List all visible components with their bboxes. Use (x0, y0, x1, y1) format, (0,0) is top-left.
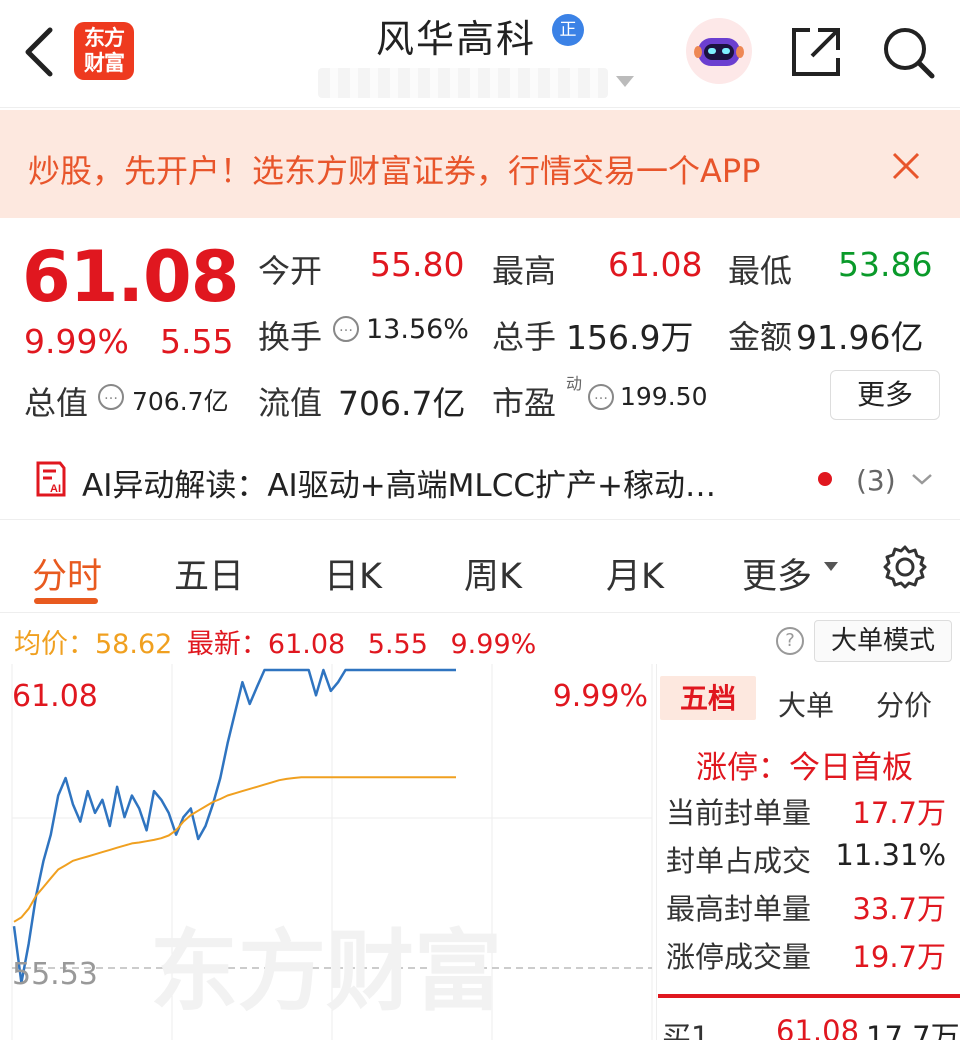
top-header: 东方 财富 风华高科 正 (0, 0, 960, 108)
intraday-chart[interactable]: 东方财富 61.08 9.99% 55.53 (0, 664, 656, 1040)
active-tab-indicator (34, 598, 98, 604)
latest-label: 最新： (186, 629, 268, 660)
stock-code-selector[interactable] (318, 68, 608, 98)
low-value: 53.86 (838, 245, 933, 284)
chevron-left-icon[interactable] (22, 26, 56, 78)
share-icon[interactable] (788, 24, 844, 80)
amount-label: 金额 (728, 318, 793, 356)
tab-five-day[interactable]: 五日 (174, 548, 244, 599)
info-icon[interactable]: … (98, 384, 124, 410)
tab-price-split[interactable]: 分价 (876, 684, 932, 724)
low-label: 最低 (728, 252, 793, 290)
unread-dot (818, 472, 832, 486)
divider (0, 612, 960, 613)
ai-document-icon: AI (36, 461, 66, 497)
y-base-label: 55.53 (12, 957, 98, 992)
avg-price-value: 58.62 (95, 629, 173, 660)
volume-label: 总手 (492, 318, 557, 356)
row-value: 19.7万 (852, 940, 946, 974)
logo-text-top: 东方 (84, 26, 125, 50)
ai-assistant-avatar[interactable] (686, 18, 752, 84)
chart-summary: 均价：58.62 最新：61.08 5.55 9.99% (14, 622, 536, 661)
change-amount: 5.55 (160, 322, 234, 361)
ai-interpretation-bar[interactable]: AI AI异动解读：AI驱动+高端MLCC扩产+稼动… (3) (0, 440, 960, 520)
turnover-value: 13.56% (366, 314, 469, 345)
limit-up-title: 涨停：今日首板 (696, 750, 913, 786)
ai-interpretation-text[interactable]: AI异动解读：AI驱动+高端MLCC扩产+稼动… (82, 460, 716, 505)
caret-down-icon[interactable] (824, 562, 838, 571)
open-label: 今开 (258, 252, 323, 290)
ai-count: (3) (856, 464, 896, 497)
chevron-down-icon[interactable] (616, 76, 634, 87)
big-order-mode-button[interactable]: 大单模式 (814, 620, 952, 662)
row-label: 封单占成交 (666, 844, 812, 878)
row-label: 最高封单量 (666, 892, 812, 926)
more-quote-button[interactable]: 更多 (830, 370, 940, 420)
buy1-price: 61.08 (776, 1014, 860, 1040)
turnover-label: 换手 (258, 318, 323, 356)
promo-banner-text[interactable]: 炒股，先开户！选东方财富证券，行情交易一个APP (28, 146, 856, 190)
high-value: 61.08 (608, 245, 703, 284)
chevron-down-icon[interactable] (910, 470, 934, 488)
y-top-label: 61.08 (12, 679, 98, 714)
tab-five-levels[interactable]: 五档 (660, 676, 756, 720)
y-top-pct: 9.99% (553, 679, 648, 714)
pe-label: 市盈 (492, 384, 557, 422)
eastmoney-logo[interactable]: 东方 财富 (74, 22, 134, 80)
search-icon[interactable] (880, 24, 938, 82)
info-icon[interactable]: … (588, 384, 614, 410)
pe-value: 199.50 (620, 382, 708, 411)
logo-text-bottom: 财富 (84, 51, 125, 75)
mktcap-value: 706.7亿 (132, 387, 229, 416)
help-icon[interactable]: ? (776, 627, 804, 655)
stock-name[interactable]: 风华高科 (376, 8, 536, 63)
latest-change: 5.55 (367, 629, 428, 660)
avg-price-label: 均价： (14, 629, 95, 660)
divider (658, 994, 960, 998)
tab-weekly-k[interactable]: 周K (464, 548, 522, 599)
tab-big-orders[interactable]: 大单 (778, 684, 834, 724)
latest-value: 61.08 (267, 629, 346, 660)
pe-superscript: 动 (566, 374, 583, 393)
tab-monthly-k[interactable]: 月K (606, 548, 664, 599)
change-percent: 9.99% (24, 322, 129, 361)
volume-value: 156.9万 (566, 318, 694, 357)
mktcap-label: 总值 (24, 384, 89, 422)
float-label: 流值 (258, 384, 323, 422)
info-icon[interactable]: … (333, 316, 359, 342)
row-label: 涨停成交量 (666, 940, 812, 974)
latest-pct: 9.99% (450, 629, 537, 660)
buy1-volume: 17.7万 (866, 1020, 960, 1040)
open-value: 55.80 (370, 245, 465, 284)
tab-more[interactable]: 更多 (742, 548, 812, 599)
svg-text:AI: AI (50, 483, 61, 495)
average-price-line (13, 776, 456, 923)
watermark: 东方财富 (150, 920, 502, 1023)
tab-intraday[interactable]: 分时 (32, 548, 102, 599)
row-value: 33.7万 (852, 892, 946, 926)
status-badge: 正 (552, 14, 584, 46)
current-price: 61.08 (22, 236, 239, 318)
tab-daily-k[interactable]: 日K (324, 548, 382, 599)
row-label: 当前封单量 (666, 796, 812, 830)
row-value: 11.31% (835, 838, 946, 872)
close-icon[interactable] (890, 150, 922, 182)
float-value: 706.7亿 (338, 384, 466, 423)
high-label: 最高 (492, 252, 557, 290)
row-value: 17.7万 (852, 796, 946, 830)
amount-value: 91.96亿 (796, 318, 924, 357)
buy1-label: 买1 (662, 1020, 710, 1040)
gear-icon[interactable] (882, 544, 928, 590)
